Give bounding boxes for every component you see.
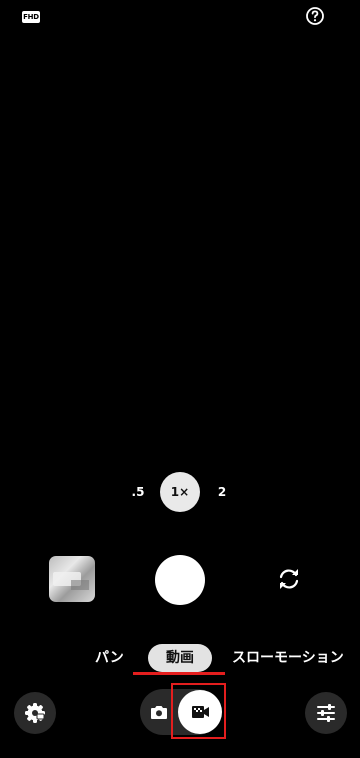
camera-icon: [151, 706, 167, 719]
switch-camera-icon[interactable]: [276, 566, 302, 592]
mode-tab-pan[interactable]: パン: [95, 648, 124, 668]
camera-settings-button[interactable]: [14, 692, 56, 734]
adjust-controls-button[interactable]: [305, 692, 347, 734]
shutter-button[interactable]: [155, 555, 205, 605]
sliders-icon: [317, 704, 335, 722]
resolution-badge[interactable]: FHD: [22, 11, 40, 23]
zoom-option-1x[interactable]: 1×: [160, 472, 200, 512]
zoom-option-half[interactable]: .5: [127, 482, 149, 502]
zoom-option-2x[interactable]: 2: [212, 482, 232, 502]
video-button-highlight: [171, 683, 226, 739]
help-icon[interactable]: [305, 6, 325, 26]
camera-settings-icon: [25, 703, 45, 723]
photo-mode-button[interactable]: [146, 701, 172, 723]
mode-tab-video[interactable]: 動画: [148, 644, 212, 672]
selected-mode-underline: [133, 672, 225, 675]
gallery-thumbnail[interactable]: [49, 556, 95, 602]
mode-tab-slow-motion[interactable]: スローモーション: [232, 648, 344, 668]
